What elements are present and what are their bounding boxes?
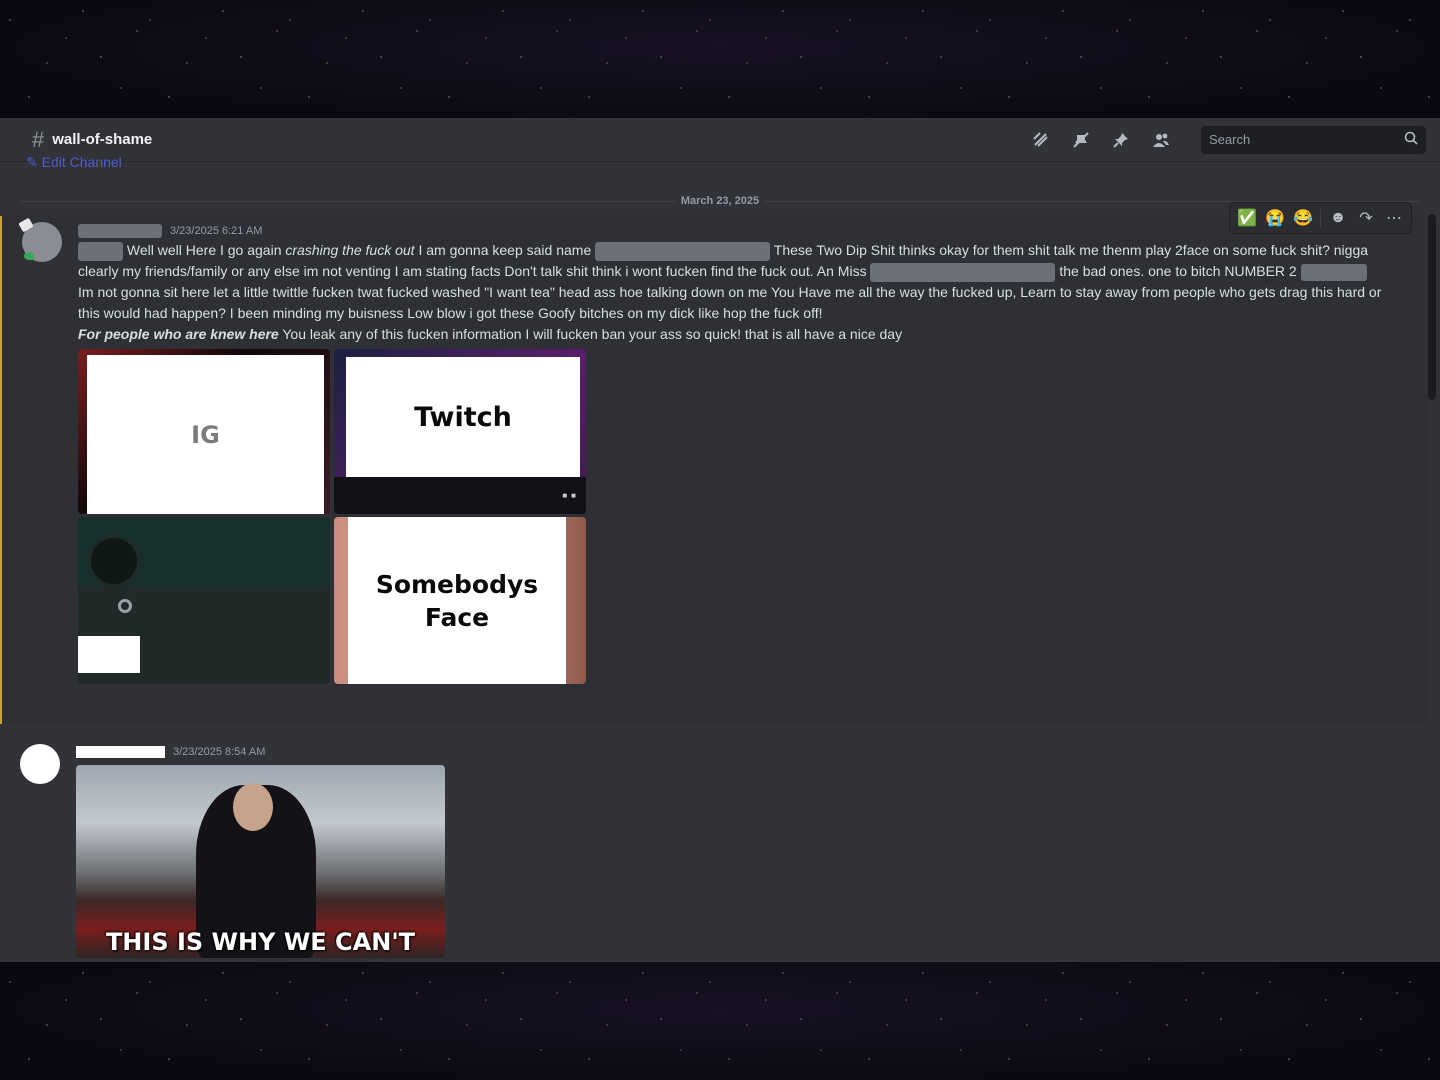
avatar[interactable] xyxy=(20,744,60,784)
avatar-status-icon xyxy=(24,252,34,260)
search-placeholder: Search xyxy=(1209,132,1251,147)
redaction-box xyxy=(78,636,140,673)
mention-redacted xyxy=(78,241,123,261)
add-reaction-icon[interactable]: ☻ xyxy=(1327,207,1349,229)
forward-icon[interactable]: ↷ xyxy=(1355,207,1377,229)
ig-cover-label: IG xyxy=(87,355,324,514)
image-attachment[interactable]: Twitch ■■ xyxy=(334,349,586,514)
name-redacted xyxy=(870,262,1056,282)
username-redacted[interactable] xyxy=(76,746,165,758)
scrollbar[interactable] xyxy=(1428,214,1436,400)
message-timestamp[interactable]: 3/23/2025 8:54 AM xyxy=(173,746,265,758)
status-ring-icon xyxy=(118,599,132,613)
members-icon[interactable] xyxy=(1151,130,1171,150)
edit-channel-link[interactable]: ✎ Edit Channel xyxy=(26,154,122,171)
more-options-icon[interactable]: ⋯ xyxy=(1383,207,1405,229)
date-divider-label: March 23, 2025 xyxy=(674,195,766,207)
search-icon xyxy=(1404,131,1418,148)
channel-name: wall-of-shame xyxy=(52,131,153,148)
message-line-2: clearly my friends/family or any else im… xyxy=(78,261,1398,282)
image-attachment[interactable]: IG xyxy=(78,349,330,514)
username-redacted[interactable] xyxy=(78,224,162,238)
gif-attachment[interactable]: THIS IS WHY WE CAN'T xyxy=(76,765,445,958)
message-header: 3/23/2025 8:54 AM xyxy=(76,746,265,758)
toolbar-divider xyxy=(1320,209,1321,227)
video-controls-icon: ■■ xyxy=(562,491,580,500)
discord-window: # wall-of-shame Search ✎ Edit Channel Ma… xyxy=(0,118,1440,962)
react-crying-icon[interactable]: 😭 xyxy=(1264,207,1286,229)
message-line-1: Well well Here I go again crashing the f… xyxy=(78,240,1398,261)
starfield-background-bottom xyxy=(0,962,1440,1080)
gif-face xyxy=(233,783,273,831)
image-attachment[interactable]: Somebodys Face xyxy=(334,517,586,684)
search-input[interactable]: Search xyxy=(1201,125,1426,154)
image-attachment-grid: IG Twitch ■■ Somebodys Face xyxy=(78,349,586,684)
face-cover-label: Somebodys Face xyxy=(348,517,566,684)
message-line-3: Im not gonna sit here let a little twitt… xyxy=(78,284,1382,300)
channel-hash-icon: # xyxy=(32,126,45,152)
starfield-background-top xyxy=(0,0,1440,118)
header-toolbar: Search xyxy=(1031,125,1426,154)
gif-caption: THIS IS WHY WE CAN'T xyxy=(105,928,416,956)
name-redacted xyxy=(595,241,771,261)
message-content: Well well Here I go again crashing the f… xyxy=(78,240,1398,345)
channel-header: # wall-of-shame Search xyxy=(0,118,1440,162)
video-control-strip xyxy=(334,477,586,514)
twitch-cover-label: Twitch xyxy=(346,357,580,477)
name-redacted xyxy=(1300,263,1367,281)
profile-picture xyxy=(88,535,140,587)
message-item[interactable]: 3/23/2025 6:21 AM ✅ 😭 😂 ☻ ↷ ⋯ Well well … xyxy=(0,202,1428,816)
date-divider: March 23, 2025 xyxy=(20,195,1420,207)
react-check-icon[interactable]: ✅ xyxy=(1236,207,1258,229)
message-line-4: this would had happen? I been minding my… xyxy=(78,305,823,321)
message-hover-toolbar: ✅ 😭 😂 ☻ ↷ ⋯ xyxy=(1229,202,1412,234)
threads-icon[interactable] xyxy=(1031,130,1051,150)
react-laughing-icon[interactable]: 😂 xyxy=(1292,207,1314,229)
message-line-5: For people who are knew here You leak an… xyxy=(78,326,903,342)
message-item[interactable]: 3/23/2025 8:54 AM THIS IS WHY WE CAN'T xyxy=(0,738,1428,962)
message-header: 3/23/2025 6:21 AM xyxy=(78,224,262,238)
pin-icon[interactable] xyxy=(1111,130,1131,150)
message-timestamp[interactable]: 3/23/2025 6:21 AM xyxy=(170,225,262,237)
image-attachment[interactable] xyxy=(78,517,330,684)
mute-icon[interactable] xyxy=(1071,130,1091,150)
